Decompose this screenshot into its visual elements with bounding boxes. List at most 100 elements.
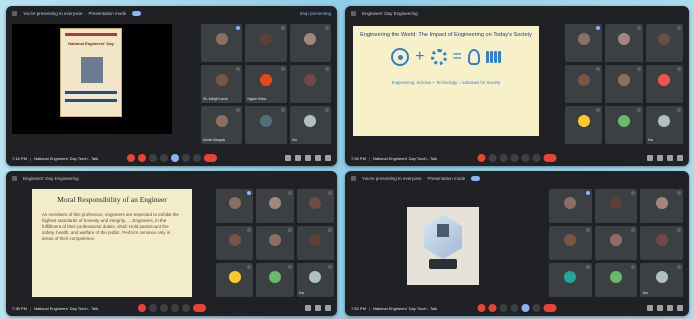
people-icon [485,51,501,64]
participant-tile[interactable] [256,226,294,260]
raise-hand-button[interactable] [181,154,190,162]
info-icon[interactable] [647,305,653,311]
shield-icon [351,175,356,181]
participant-tile[interactable] [594,189,638,223]
participant-tile[interactable] [549,263,592,297]
participant-tile[interactable] [565,24,603,62]
info-icon[interactable] [305,305,311,311]
present-button[interactable] [181,304,190,312]
participant-tile[interactable] [256,189,294,223]
present-button[interactable] [170,154,179,162]
participant-tile[interactable] [245,24,287,62]
presentation-mode-toggle[interactable] [471,175,481,181]
raise-hand-button[interactable] [532,154,541,162]
camera-button[interactable] [488,154,497,162]
participant-tile[interactable] [296,189,334,223]
mic-status-icon [247,191,252,195]
participant-tile[interactable] [289,24,331,62]
participant-tile[interactable]: You [289,106,331,144]
mic-off-button[interactable] [477,304,486,312]
participant-tile[interactable] [201,24,243,62]
mic-status-icon [636,67,641,71]
participant-tile[interactable] [216,226,254,260]
side-controls [305,305,331,311]
emoji-button[interactable] [170,304,179,312]
chat-icon[interactable] [305,155,311,161]
people-icon[interactable] [315,305,321,311]
mic-status-icon [677,191,681,195]
chat-icon[interactable] [667,155,673,161]
presentation-mode-toggle[interactable] [132,10,142,16]
captions-button[interactable] [148,154,157,162]
participant-tile[interactable]: You [640,263,683,297]
end-call-button[interactable] [543,154,557,162]
participant-tile[interactable]: You [645,106,683,144]
participant-tile[interactable]: Sk. Abhijit Kumar [201,65,243,103]
participant-tile[interactable] [565,65,603,103]
present-button[interactable] [521,154,530,162]
more-options-button[interactable] [192,154,201,162]
call-controls [477,154,557,162]
avatar [564,233,577,246]
participant-tile[interactable] [594,263,638,297]
lock-icon[interactable] [325,155,331,161]
participant-tile[interactable]: Arnab Ganguly [201,106,243,144]
end-call-button[interactable] [203,154,217,162]
captions-button[interactable] [159,304,168,312]
people-icon[interactable] [295,155,301,161]
info-icon[interactable] [285,155,291,161]
chat-icon[interactable] [667,305,673,311]
captions-button[interactable] [499,304,508,312]
participant-tile[interactable] [605,65,643,103]
activities-icon[interactable] [315,155,321,161]
captions-button[interactable] [499,154,508,162]
participant-tile[interactable] [549,226,592,260]
slide-title: Engineering the World: The Impact of Eng… [360,32,532,38]
people-icon[interactable] [657,155,663,161]
camera-off-button[interactable] [488,304,497,312]
participant-tile[interactable] [640,189,683,223]
chat-icon[interactable] [325,305,331,311]
participant-name: Arnab Ganguly [203,138,225,142]
participant-tile[interactable] [256,263,294,297]
present-button[interactable] [521,304,530,312]
participant-tile[interactable] [549,189,592,223]
mic-status-icon [596,26,601,30]
participant-tile[interactable] [605,106,643,144]
participant-tile[interactable]: Nigam Sinha [245,65,287,103]
meet-window-slide-impact: Engineers' Day Engineering Engineering t… [345,6,689,166]
emoji-button[interactable] [510,154,519,162]
gears-icon [430,49,447,66]
people-icon[interactable] [657,305,663,311]
participant-tile[interactable] [640,226,683,260]
participant-tile[interactable] [289,65,331,103]
presenting-bar: You're presenting to everyone Presentati… [6,6,337,20]
mic-status-icon [677,228,681,232]
emoji-button[interactable] [159,154,168,162]
participant-tile[interactable] [594,226,638,260]
side-controls [285,155,331,161]
participant-tile[interactable] [645,24,683,62]
participant-tile[interactable] [245,106,287,144]
participant-tile[interactable] [565,106,603,144]
participant-tile[interactable]: You [296,263,334,297]
shield-icon [12,175,17,181]
participant-tile[interactable] [645,65,683,103]
end-call-button[interactable] [543,304,557,312]
emoji-button[interactable] [510,304,519,312]
end-call-button[interactable] [192,304,206,312]
participant-tile[interactable] [216,263,254,297]
raise-hand-button[interactable] [532,304,541,312]
activities-icon[interactable] [677,305,683,311]
participant-tile[interactable] [605,24,643,62]
camera-button[interactable] [148,304,157,312]
participant-tile[interactable] [216,189,254,223]
mic-off-button[interactable] [137,304,146,312]
participant-tile[interactable] [296,226,334,260]
stop-presenting-button[interactable]: Stop presenting [299,11,331,16]
mic-off-button[interactable] [126,154,135,162]
info-icon[interactable] [647,155,653,161]
mic-off-button[interactable] [477,154,486,162]
activities-icon[interactable] [677,155,683,161]
camera-off-button[interactable] [137,154,146,162]
